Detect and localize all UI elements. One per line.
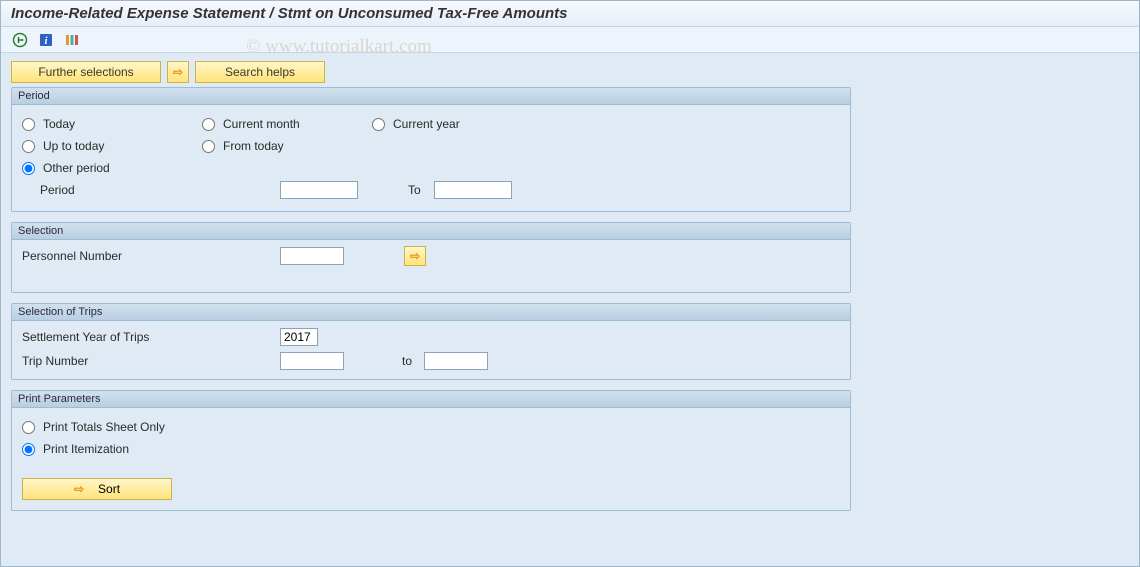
radio-today-input[interactable] <box>22 118 35 131</box>
period-group-title: Period <box>12 88 850 105</box>
radio-current-month-label: Current month <box>223 117 300 131</box>
print-group: Print Parameters Print Totals Sheet Only… <box>11 390 851 511</box>
trips-group-title: Selection of Trips <box>12 304 850 321</box>
content-area: Further selections ⇨ Search helps Period… <box>1 53 1139 529</box>
trip-number-to-input[interactable] <box>424 352 488 370</box>
trip-to-label: to <box>344 354 424 368</box>
radio-from-today[interactable]: From today <box>202 139 372 153</box>
period-label: Period <box>40 183 280 197</box>
radio-current-month[interactable]: Current month <box>202 117 372 131</box>
radio-up-to-today-input[interactable] <box>22 140 35 153</box>
arrow-button[interactable]: ⇨ <box>167 61 189 83</box>
arrow-right-icon: ⇨ <box>173 65 183 79</box>
trip-number-from-input[interactable] <box>280 352 344 370</box>
radio-up-to-today-label: Up to today <box>43 139 104 153</box>
radio-today-label: Today <box>43 117 75 131</box>
variant-icon[interactable] <box>63 31 81 49</box>
radio-totals-only[interactable]: Print Totals Sheet Only <box>22 420 322 434</box>
radio-from-today-input[interactable] <box>202 140 215 153</box>
personnel-number-label: Personnel Number <box>22 249 280 263</box>
radio-other-period[interactable]: Other period <box>22 161 202 175</box>
radio-other-period-input[interactable] <box>22 162 35 175</box>
radio-from-today-label: From today <box>223 139 284 153</box>
radio-other-period-label: Other period <box>43 161 110 175</box>
radio-current-year-input[interactable] <box>372 118 385 131</box>
radio-itemization-input[interactable] <box>22 443 35 456</box>
arrow-right-icon: ⇨ <box>410 249 420 263</box>
title-bar: Income-Related Expense Statement / Stmt … <box>1 1 1139 27</box>
period-to-label: To <box>358 183 428 197</box>
print-group-title: Print Parameters <box>12 391 850 408</box>
app-toolbar: i <box>1 27 1139 53</box>
period-group: Period Today Current month Current year <box>11 87 851 212</box>
further-selections-label: Further selections <box>38 65 133 79</box>
period-from-input[interactable] <box>280 181 358 199</box>
radio-totals-only-label: Print Totals Sheet Only <box>43 420 165 434</box>
sort-button[interactable]: ⇨ Sort <box>22 478 172 500</box>
selection-group-title: Selection <box>12 223 850 240</box>
radio-up-to-today[interactable]: Up to today <box>22 139 202 153</box>
radio-itemization-label: Print Itemization <box>43 442 129 456</box>
arrow-right-icon: ⇨ <box>74 482 84 496</box>
settlement-year-label: Settlement Year of Trips <box>22 330 280 344</box>
settlement-year-input[interactable] <box>280 328 318 346</box>
search-helps-button[interactable]: Search helps <box>195 61 325 83</box>
radio-itemization[interactable]: Print Itemization <box>22 442 322 456</box>
page-title: Income-Related Expense Statement / Stmt … <box>11 5 568 22</box>
period-to-input[interactable] <box>434 181 512 199</box>
personnel-number-input[interactable] <box>280 247 344 265</box>
multiple-selection-button[interactable]: ⇨ <box>404 246 426 266</box>
radio-current-month-input[interactable] <box>202 118 215 131</box>
radio-today[interactable]: Today <box>22 117 202 131</box>
radio-current-year-label: Current year <box>393 117 460 131</box>
radio-totals-only-input[interactable] <box>22 421 35 434</box>
further-selections-button[interactable]: Further selections <box>11 61 161 83</box>
search-helps-label: Search helps <box>225 65 295 79</box>
execute-icon[interactable] <box>11 31 29 49</box>
selection-buttons-row: Further selections ⇨ Search helps <box>11 61 1129 83</box>
selection-group: Selection Personnel Number ⇨ <box>11 222 851 293</box>
trip-number-label: Trip Number <box>22 354 280 368</box>
trips-group: Selection of Trips Settlement Year of Tr… <box>11 303 851 380</box>
sort-button-label: Sort <box>98 482 120 496</box>
information-icon[interactable]: i <box>37 31 55 49</box>
radio-current-year[interactable]: Current year <box>372 117 542 131</box>
